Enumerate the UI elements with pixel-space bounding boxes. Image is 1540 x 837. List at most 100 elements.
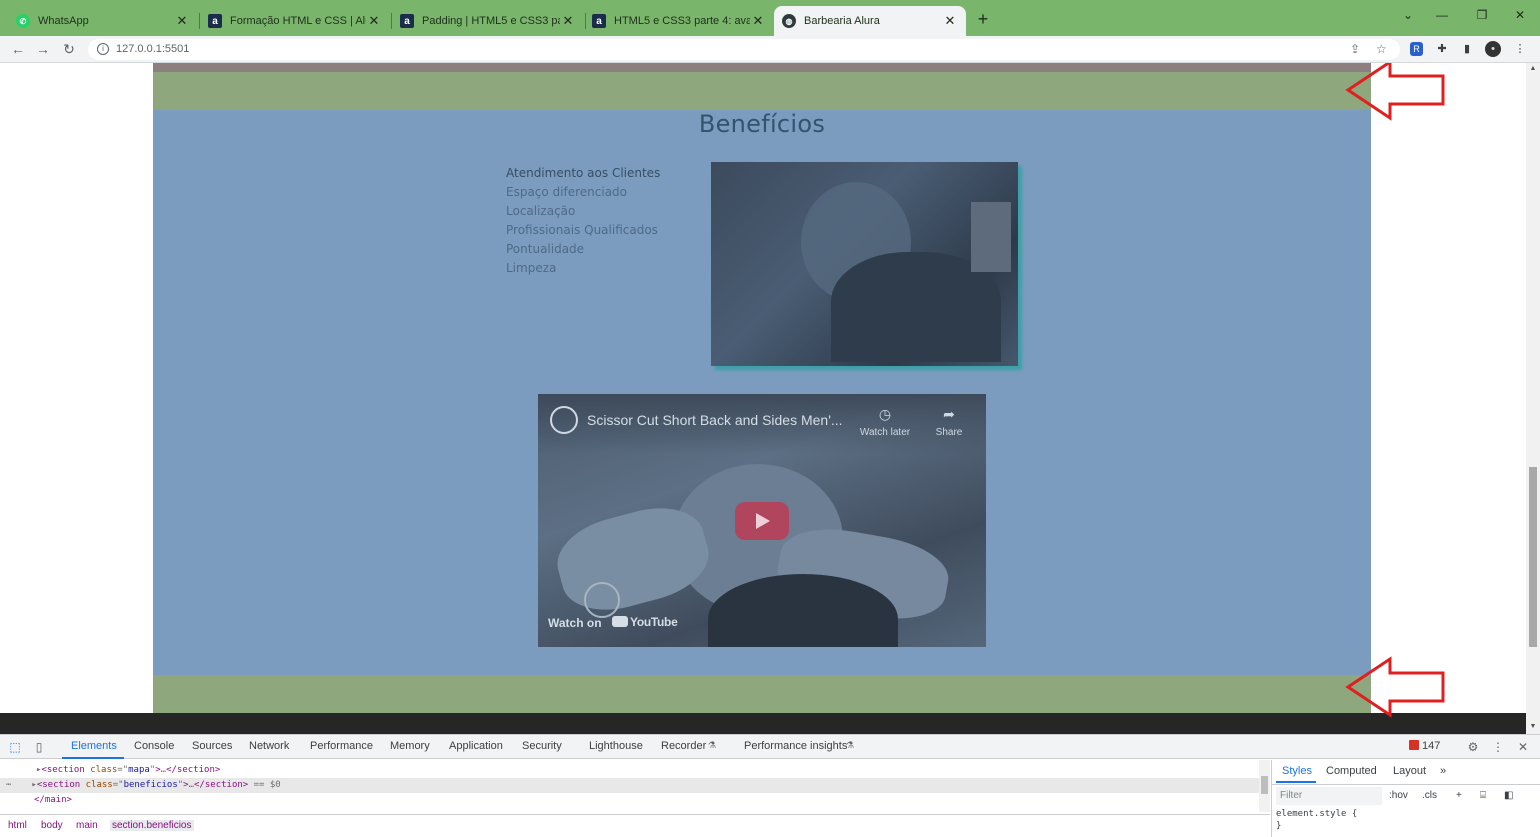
tab-layout[interactable]: Layout bbox=[1393, 765, 1426, 777]
tab-sources[interactable]: Sources bbox=[192, 740, 232, 752]
address-bar[interactable]: i 127.0.0.1:5501 ⇪ ☆ bbox=[88, 39, 1400, 60]
styles-filter-input[interactable]: Filter bbox=[1276, 787, 1382, 805]
close-icon[interactable]: ✕ bbox=[942, 13, 958, 29]
side-panel-icon[interactable]: ▮ bbox=[1459, 41, 1475, 57]
tab-console[interactable]: Console bbox=[134, 740, 174, 752]
breadcrumb-item[interactable]: html bbox=[8, 820, 27, 831]
close-devtools-icon[interactable]: ✕ bbox=[1515, 740, 1531, 754]
tab-whatsapp[interactable]: ✆ WhatsApp ✕ bbox=[8, 6, 198, 36]
devtools-tabbar: ⬚ ▯ Elements Console Sources Network Per… bbox=[0, 735, 1540, 759]
scroll-down-icon[interactable]: ▼ bbox=[1526, 723, 1540, 730]
tab-barbearia-alura[interactable]: ◍ Barbearia Alura ✕ bbox=[774, 6, 966, 36]
tab-application[interactable]: Application bbox=[449, 740, 503, 752]
element-style-rule[interactable]: element.style { } bbox=[1276, 808, 1357, 832]
list-item: Limpeza bbox=[506, 261, 557, 275]
scroll-up-icon[interactable]: ▲ bbox=[1526, 65, 1540, 72]
devtools-menu-icon[interactable]: ⋮ bbox=[1490, 740, 1506, 754]
add-rule-icon[interactable]: + bbox=[1456, 790, 1462, 801]
share-arrow-icon: ➦ bbox=[943, 406, 955, 422]
minimize-icon[interactable]: — bbox=[1432, 8, 1452, 22]
breadcrumb-item-selected[interactable]: section.beneficios bbox=[110, 820, 194, 831]
new-tab-button[interactable]: + bbox=[972, 8, 994, 30]
menu-kebab-icon[interactable]: ⋮ bbox=[1512, 41, 1528, 57]
breadcrumb-item[interactable]: body bbox=[41, 820, 63, 831]
annotation-arrow-bottom bbox=[1345, 656, 1445, 718]
section-title: Benefícios bbox=[698, 110, 826, 138]
breadcrumb-item[interactable]: main bbox=[76, 820, 98, 831]
dom-attr-value: beneficios bbox=[123, 780, 178, 790]
site-info-icon[interactable]: i bbox=[97, 43, 109, 55]
toggle-sidebar-icon[interactable]: ◧ bbox=[1504, 790, 1513, 801]
puzzle-extensions-icon[interactable]: ✚ bbox=[1434, 41, 1450, 57]
page-scrollbar[interactable]: ▲ ▼ bbox=[1526, 63, 1540, 734]
devtools-panel: ⬚ ▯ Elements Console Sources Network Per… bbox=[0, 734, 1540, 837]
dom-scrollbar[interactable] bbox=[1259, 760, 1270, 812]
padding-overlay-bottom bbox=[153, 675, 1371, 713]
close-icon[interactable]: ✕ bbox=[366, 13, 382, 29]
hover-state-toggle[interactable]: :hov bbox=[1389, 790, 1408, 801]
video-title[interactable]: Scissor Cut Short Back and Sides Men'... bbox=[587, 412, 843, 428]
tab-search-chevron-icon[interactable]: ⌄ bbox=[1398, 8, 1418, 22]
dom-tree[interactable]: ▸<section class="mapa">…</section> ⋯ ▸<se… bbox=[0, 760, 1270, 812]
dom-tag: section bbox=[42, 780, 81, 790]
next-section-edge bbox=[0, 713, 1526, 734]
tab-alura-html5[interactable]: a HTML5 e CSS3 parte 4: avançand ✕ bbox=[584, 6, 774, 36]
inspect-element-icon[interactable]: ⬚ bbox=[7, 740, 23, 754]
tab-alura-padding[interactable]: a Padding | HTML5 e CSS3 parte 4: ✕ bbox=[392, 6, 584, 36]
dom-node[interactable]: ▸<section class="mapa">…</section> bbox=[0, 763, 1260, 778]
page-viewport: Benefícios Atendimento aos Clientes Espa… bbox=[0, 63, 1540, 734]
more-tabs-chevron-icon[interactable]: » bbox=[1440, 765, 1446, 777]
watch-on-label[interactable]: Watch on bbox=[548, 616, 602, 630]
paint-icon[interactable]: ⌸ bbox=[1480, 790, 1486, 801]
close-icon[interactable]: ✕ bbox=[560, 13, 576, 29]
scrollbar-thumb[interactable] bbox=[1529, 467, 1537, 647]
url-text: 127.0.0.1:5501 bbox=[116, 43, 190, 55]
settings-gear-icon[interactable]: ⚙ bbox=[1465, 740, 1481, 754]
extension-icon[interactable]: R bbox=[1410, 42, 1423, 56]
tab-network[interactable]: Network bbox=[249, 740, 289, 752]
active-tab-indicator bbox=[62, 757, 124, 759]
reload-icon[interactable]: ↻ bbox=[59, 39, 79, 59]
back-arrow-icon[interactable]: ← bbox=[8, 39, 28, 59]
tab-styles[interactable]: Styles bbox=[1282, 765, 1312, 777]
bookmark-star-icon[interactable]: ☆ bbox=[1376, 42, 1387, 56]
scrollbar-thumb[interactable] bbox=[1261, 776, 1268, 794]
tab-performance[interactable]: Performance bbox=[310, 740, 373, 752]
watch-later-button[interactable]: ◷ Watch later bbox=[855, 406, 915, 438]
issue-flag-icon bbox=[1409, 740, 1419, 750]
youtube-logo[interactable]: YouTube bbox=[612, 615, 678, 629]
dom-node[interactable]: </main> bbox=[0, 793, 1260, 808]
whatsapp-icon: ✆ bbox=[16, 14, 30, 28]
breadcrumb: html body main section.beneficios bbox=[0, 814, 1270, 837]
play-button[interactable] bbox=[735, 502, 789, 540]
profile-avatar[interactable]: • bbox=[1485, 41, 1501, 57]
tab-performance-insights[interactable]: Performance insights bbox=[744, 740, 847, 752]
restore-icon[interactable]: ❐ bbox=[1472, 8, 1492, 22]
tab-alura-formacao[interactable]: a Formação HTML e CSS | Alura - C ✕ bbox=[200, 6, 390, 36]
channel-avatar[interactable] bbox=[550, 406, 578, 434]
tab-label: HTML5 e CSS3 parte 4: avançand bbox=[614, 15, 750, 27]
issues-badge[interactable]: 147 bbox=[1409, 740, 1440, 752]
close-icon[interactable]: ✕ bbox=[750, 13, 766, 29]
list-item: Localização bbox=[506, 204, 576, 218]
tab-security[interactable]: Security bbox=[522, 740, 562, 752]
share-icon[interactable]: ⇪ bbox=[1350, 42, 1360, 56]
close-icon[interactable]: ✕ bbox=[174, 13, 190, 29]
share-button[interactable]: ➦ Share bbox=[919, 406, 979, 438]
flask-icon: ⚗ bbox=[845, 740, 855, 750]
ellipsis-icon[interactable]: ⋯ bbox=[6, 780, 11, 790]
tab-computed[interactable]: Computed bbox=[1326, 765, 1377, 777]
youtube-embed[interactable]: Scissor Cut Short Back and Sides Men'...… bbox=[538, 394, 986, 647]
forward-arrow-icon[interactable]: → bbox=[33, 39, 53, 59]
dom-node-selected[interactable]: ⋯ ▸<section class="beneficios">…</section… bbox=[0, 778, 1260, 793]
close-window-icon[interactable]: ✕ bbox=[1510, 8, 1530, 22]
tab-recorder[interactable]: Recorder bbox=[661, 740, 706, 752]
tab-memory[interactable]: Memory bbox=[390, 740, 430, 752]
selected-marker: == $0 bbox=[253, 780, 281, 790]
list-item: Espaço diferenciado bbox=[506, 185, 628, 199]
tab-elements[interactable]: Elements bbox=[71, 740, 117, 752]
tab-lighthouse[interactable]: Lighthouse bbox=[589, 740, 643, 752]
device-toolbar-icon[interactable]: ▯ bbox=[31, 740, 47, 754]
class-toggle[interactable]: .cls bbox=[1422, 790, 1437, 801]
benefits-list: Atendimento aos Clientes Espaço diferenc… bbox=[506, 164, 660, 278]
